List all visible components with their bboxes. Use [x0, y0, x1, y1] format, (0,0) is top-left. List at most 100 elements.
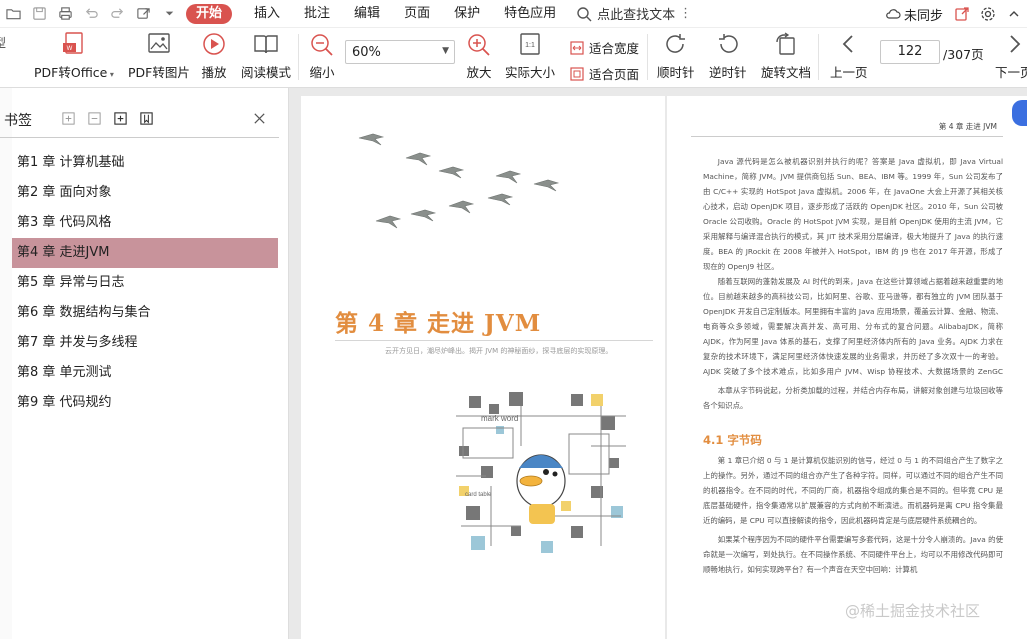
svg-text:W: W [67, 46, 73, 52]
zoom-out-label: 缩小 [309, 65, 335, 80]
fit-page-button[interactable]: 适合页面 [569, 64, 639, 83]
menu-bar: 开始 插入 批注 编辑 页面 保护 特色应用 点此查找文本 ⋮ 未同步 [0, 0, 1027, 28]
menu-tab-start[interactable]: 开始 [186, 3, 233, 24]
body-paragraph: 如果某个程序因为不同的硬件平台需要编写多套代码，这是十分令人崩溃的。Java 的… [703, 535, 1003, 574]
sidebar-title: 书签 [4, 113, 32, 129]
play-label: 播放 [201, 65, 227, 80]
toc-item[interactable]: 第5 章 异常与日志 [12, 268, 278, 298]
card-table-text: card table [465, 492, 492, 498]
rotate-clockwise-label: 顺时针 [657, 65, 695, 80]
dropdown-icon[interactable] [156, 0, 182, 28]
close-icon[interactable] [249, 108, 269, 128]
sync-status[interactable]: 未同步 [885, 5, 943, 24]
chapter-title: 第 4 章 走进 JVM [335, 310, 542, 337]
rotate-clockwise-icon [666, 34, 685, 53]
undo-icon[interactable] [78, 0, 104, 28]
read-mode-button[interactable]: 阅读模式 [241, 32, 291, 81]
toc-item-selected[interactable]: 第4 章 走进JVM [12, 238, 278, 268]
bookmark-icon[interactable] [136, 108, 156, 128]
next-page-button[interactable]: 下一页 [995, 32, 1027, 81]
redo-icon[interactable] [104, 0, 130, 28]
toc-item[interactable]: 第9 章 代码规约 [12, 388, 278, 418]
pdf-to-image-label: PDF转图片 [128, 65, 190, 80]
page-number-input[interactable]: 122 [880, 40, 940, 64]
toc-item[interactable]: 第1 章 计算机基础 [12, 148, 278, 178]
settings-gear-icon[interactable] [975, 0, 1001, 28]
pdf-to-office-button[interactable]: W PDF转Office ▾ [34, 32, 114, 81]
read-mode-label: 阅读模式 [241, 65, 292, 80]
body-paragraph: Java 源代码是怎么被机器识别并执行的呢？答案是 Java 虚拟机，即 Jav… [703, 157, 1003, 271]
ribbon-separator [647, 34, 648, 80]
pdf-page-left: 第 4 章 走进 JVM 云开方见日，潮尽炉峰出。揭开 JVM 的神秘面纱，探寻… [301, 96, 665, 639]
find-text-search[interactable]: 点此查找文本 ⋮ [576, 4, 692, 23]
toc-item[interactable]: 第8 章 单元测试 [12, 358, 278, 388]
running-head-rule [691, 136, 1003, 137]
folder-icon[interactable] [0, 0, 26, 28]
actual-size-icon: 1:1 [520, 33, 540, 55]
zoom-out-icon [311, 34, 333, 56]
play-icon [203, 33, 225, 55]
body-paragraph: 随着互联网的蓬勃发展及 AI 时代的到来，Java 在这些计算领域占据着越来越重… [703, 277, 1003, 376]
menu-tab-protect[interactable]: 保护 [442, 0, 492, 28]
rotate-document-button[interactable]: 旋转文档 [761, 32, 811, 81]
print-icon[interactable] [52, 0, 78, 28]
toc-item[interactable]: 第6 章 数据结构与集合 [12, 298, 278, 328]
section-heading: 4.1 字节码 [703, 433, 762, 447]
save-icon[interactable] [26, 0, 52, 28]
previous-page-button[interactable]: 上一页 [830, 32, 868, 81]
fit-page-label: 适合页面 [589, 67, 640, 82]
zoom-in-label: 放大 [466, 65, 492, 80]
jvm-mascot-illustration: mark word card table [456, 392, 626, 553]
sidebar-strip [0, 88, 12, 639]
book-icon [254, 35, 278, 54]
pdf-to-image-icon [148, 33, 170, 53]
expand-all-icon[interactable] [58, 108, 78, 128]
fit-page-icon [570, 66, 584, 81]
running-head: 第 4 章 走进 JVM [938, 122, 997, 131]
chapter-subtitle: 云开方见日，潮尽炉峰出。揭开 JVM 的神秘面纱，探寻底层的实现原理。 [385, 347, 613, 355]
sync-label: 未同步 [903, 8, 943, 24]
fit-width-button[interactable]: 适合宽度 [569, 38, 639, 57]
pdf-to-image-button[interactable]: PDF转图片 [128, 32, 190, 81]
ribbon-cut-glyph: 型 [0, 36, 7, 50]
chevron-down-icon: ▼ [442, 46, 449, 56]
body-paragraph: 第 1 章已介绍 0 与 1 是计算机仅能识别的信号，经过 0 与 1 的不同组… [703, 456, 1003, 525]
next-page-label: 下一页 [995, 65, 1027, 80]
search-icon [577, 6, 592, 21]
ribbon-toolbar: 型 W PDF转Office ▾ PDF转图片 播放 阅读模式 缩小 60% ▼… [0, 28, 1027, 88]
play-button[interactable]: 播放 [200, 32, 228, 81]
page-total: /307页 [943, 47, 984, 62]
chapter-rule [335, 340, 653, 341]
menu-tab-features[interactable]: 特色应用 [492, 0, 568, 28]
menu-tab-page[interactable]: 页面 [392, 0, 442, 28]
ribbon-separator [818, 34, 819, 80]
pdf-page-right: 第 4 章 走进 JVM Java 源代码是怎么被机器识别并执行的呢？答案是 J… [667, 96, 1027, 639]
zoom-in-button[interactable]: 放大 [465, 32, 493, 81]
toc-item[interactable]: 第7 章 并发与多线程 [12, 328, 278, 358]
more-vertical-icon[interactable]: ⋮ [679, 6, 692, 21]
expand-icon[interactable] [1001, 0, 1027, 28]
toc-item[interactable]: 第2 章 面向对象 [12, 178, 278, 208]
add-bookmark-icon[interactable] [110, 108, 130, 128]
cloud-sync-icon [886, 9, 901, 19]
rotate-document-label: 旋转文档 [761, 65, 812, 80]
collapse-all-icon[interactable] [84, 108, 104, 128]
actual-size-button[interactable]: 1:1 实际大小 [505, 32, 555, 81]
zoom-select[interactable]: 60% ▼ [345, 40, 455, 64]
menu-tab-annotate[interactable]: 批注 [292, 0, 342, 28]
menu-tab-edit[interactable]: 编辑 [342, 0, 392, 28]
side-assistant-badge[interactable] [1012, 100, 1027, 126]
search-label: 点此查找文本 [597, 8, 676, 23]
share-icon[interactable] [130, 0, 156, 28]
rotate-counterclockwise-button[interactable]: 逆时针 [709, 32, 747, 81]
document-viewer[interactable]: 第 4 章 走进 JVM 云开方见日，潮尽炉峰出。揭开 JVM 的神秘面纱，探寻… [289, 88, 1027, 639]
fit-width-icon [570, 40, 584, 55]
menu-tab-insert[interactable]: 插入 [242, 0, 292, 28]
rotate-counterclockwise-icon [718, 34, 738, 53]
toc-item[interactable]: 第3 章 代码风格 [12, 208, 278, 238]
body-paragraph: 本章从字节码说起，分析类加载的过程，并结合内存布局，讲解对象创建与垃圾回收等各个… [703, 386, 1003, 410]
share-export-icon[interactable] [949, 0, 975, 28]
rotate-clockwise-button[interactable]: 顺时针 [657, 32, 695, 81]
zoom-out-button[interactable]: 缩小 [308, 32, 336, 81]
ribbon-separator [298, 34, 299, 80]
